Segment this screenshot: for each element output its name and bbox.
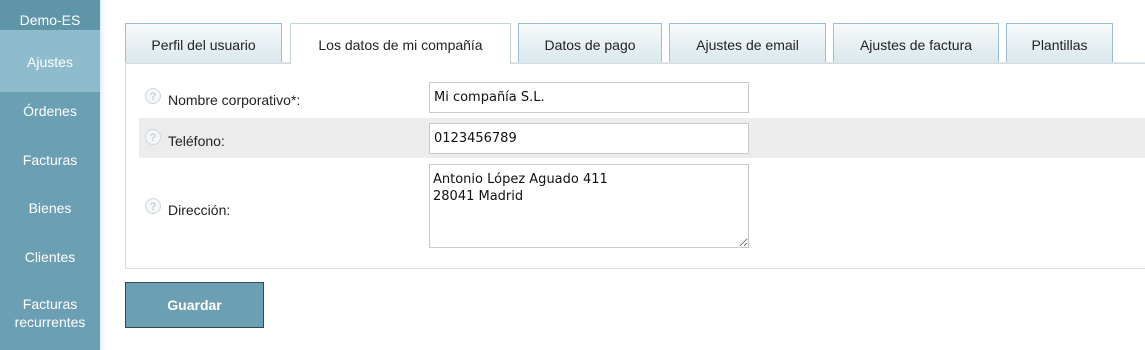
sidebar: Demo-ES Ajustes Órdenes Facturas Bienes …: [0, 0, 100, 350]
help-icon[interactable]: ?: [145, 88, 161, 104]
tab-plantillas[interactable]: Plantillas: [1006, 23, 1113, 62]
help-icon[interactable]: ?: [145, 198, 161, 214]
sidebar-item-ajustes[interactable]: Ajustes: [0, 30, 100, 92]
brand-label[interactable]: Demo-ES: [0, 0, 100, 30]
phone-label: Teléfono:: [168, 133, 225, 149]
sidebar-item-ordenes[interactable]: Órdenes: [0, 92, 100, 130]
save-button[interactable]: Guardar: [125, 282, 264, 328]
company-name-input[interactable]: [429, 82, 749, 113]
sidebar-item-label-line2: recurrentes: [14, 314, 86, 330]
sidebar-item-bienes[interactable]: Bienes: [0, 189, 100, 227]
tab-ajustes-email[interactable]: Ajustes de email: [669, 23, 826, 62]
phone-input[interactable]: [429, 123, 749, 154]
help-icon[interactable]: ?: [145, 129, 161, 145]
address-textarea[interactable]: Antonio López Aguado 411 28041 Madrid: [429, 164, 749, 248]
sidebar-item-facturas[interactable]: Facturas: [0, 141, 100, 179]
tab-datos-pago[interactable]: Datos de pago: [518, 23, 662, 62]
sidebar-item-facturas-recurrentes[interactable]: Facturas recurrentes: [0, 295, 100, 335]
tab-ajustes-factura[interactable]: Ajustes de factura: [833, 23, 999, 62]
company-name-label: Nombre corporativo*:: [168, 92, 301, 108]
sidebar-item-label: Facturas: [22, 296, 78, 312]
tab-perfil-usuario[interactable]: Perfil del usuario: [125, 23, 282, 62]
sidebar-shadow: [100, 0, 106, 350]
tab-datos-compania[interactable]: Los datos de mi compañía: [290, 23, 511, 64]
address-label: Dirección:: [168, 202, 231, 218]
sidebar-item-clientes[interactable]: Clientes: [0, 238, 100, 276]
